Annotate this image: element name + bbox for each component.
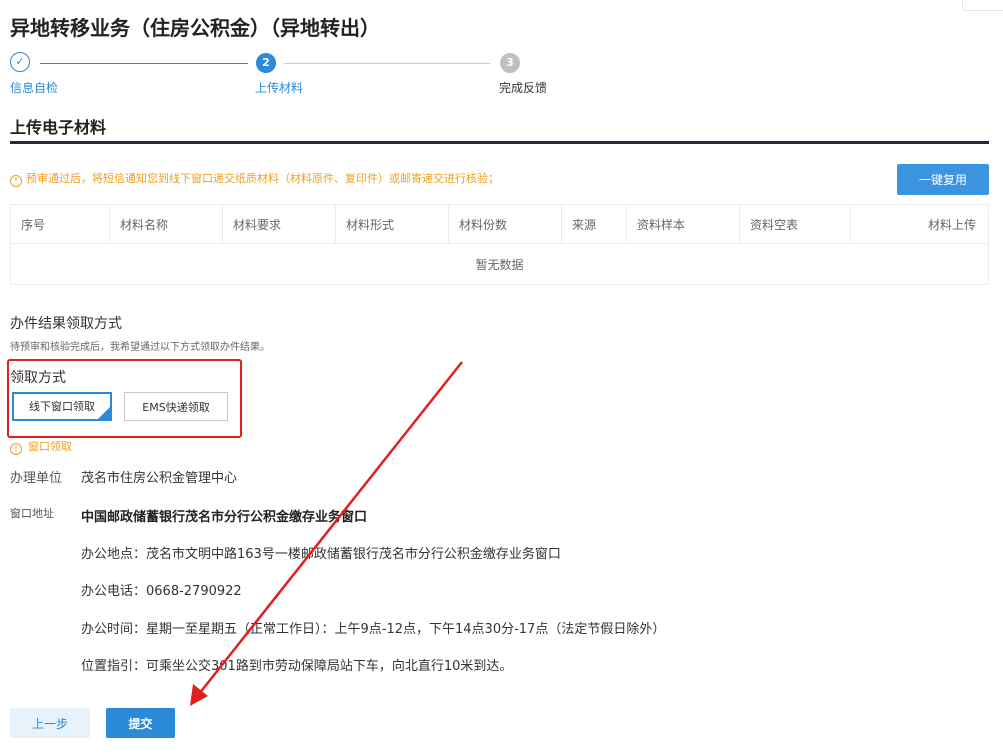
step-connector-2 [284,63,490,64]
directions: 位置指引：可乘坐公交301路到市劳动保障局站下车，向北直行10米到达。 [81,659,513,674]
annotation-arrow-head [190,684,208,706]
option-window-pickup[interactable]: 线下窗口领取 ✓ [12,392,112,421]
page-title: 异地转移业务（住房公积金）（异地转出） [10,16,380,40]
col-upload: 材料上传 [850,204,989,244]
one-click-reuse-button[interactable]: 一键复用 [897,164,989,195]
step-1-label: 信息自检 [10,81,59,95]
upload-notice: ! 预审通过后，将短信通知您到线下窗口递交纸质材料（材料原件、复印件）或邮寄递交进… [10,170,499,187]
address-label: 窗口地址 [10,507,54,520]
upload-notice-text: 预审通过后，将短信通知您到线下窗口递交纸质材料（材料原件、复印件）或邮寄递交进行… [26,172,499,185]
table-empty-row: 暂无数据 [10,243,989,285]
office-hours: 办公时间：星期一至星期五（正常工作日）：上午9点-12点，下午14点30分-17… [81,622,666,637]
col-name: 材料名称 [109,204,223,244]
top-right-tab[interactable] [962,0,1003,11]
empty-text: 暂无数据 [10,243,989,285]
step-3-circle: 3 [500,53,520,73]
checkmark-icon: ✓ [102,406,109,415]
col-form: 材料形式 [335,204,449,244]
window-name: 中国邮政储蓄银行茂名市分行公积金缴存业务窗口 [81,510,368,525]
col-requirement: 材料要求 [222,204,336,244]
step-1-check-icon: ✓ [10,52,30,72]
step-3-label: 完成反馈 [499,81,548,95]
unit-label: 办理单位 [10,471,63,486]
table-header-row: 序号 材料名称 材料要求 材料形式 材料份数 来源 资料样本 资料空表 材料上传 [10,204,989,244]
office-phone: 办公电话：0668-2790922 [81,584,242,599]
step-connector-1 [40,63,248,64]
window-pickup-note-text: 窗口领取 [28,440,72,453]
office-location: 办公地点：茂名市文明中路163号一楼邮政储蓄银行茂名市分行公积金缴存业务窗口 [81,547,561,562]
unit-value: 茂名市住房公积金管理中心 [81,471,238,486]
materials-table: 序号 材料名称 材料要求 材料形式 材料份数 来源 资料样本 资料空表 材料上传… [10,204,989,285]
result-method-title: 办件结果领取方式 [10,316,122,332]
step-2-label: 上传材料 [255,81,304,95]
col-copies: 材料份数 [448,204,562,244]
option-ems-pickup-label: EMS快递领取 [142,401,210,414]
info-icon: ! [10,175,22,187]
section-title-upload: 上传电子材料 [10,118,107,137]
col-sample: 资料样本 [626,204,740,244]
window-pickup-note: ! 窗口领取 [10,438,72,455]
result-method-desc: 待预审和核验完成后，我希望通过以下方式领取办件结果。 [10,342,270,353]
col-blank-form: 资料空表 [739,204,851,244]
col-source: 来源 [561,204,627,244]
section-divider [10,141,989,144]
pickup-method-label: 领取方式 [10,370,66,386]
option-ems-pickup[interactable]: EMS快递领取 [124,392,228,421]
step-2-circle: 2 [256,53,276,73]
previous-step-button[interactable]: 上一步 [10,708,90,738]
info-icon: ! [10,443,22,455]
submit-button[interactable]: 提交 [106,708,175,738]
col-index: 序号 [10,204,110,244]
option-window-pickup-label: 线下窗口领取 [29,400,95,413]
